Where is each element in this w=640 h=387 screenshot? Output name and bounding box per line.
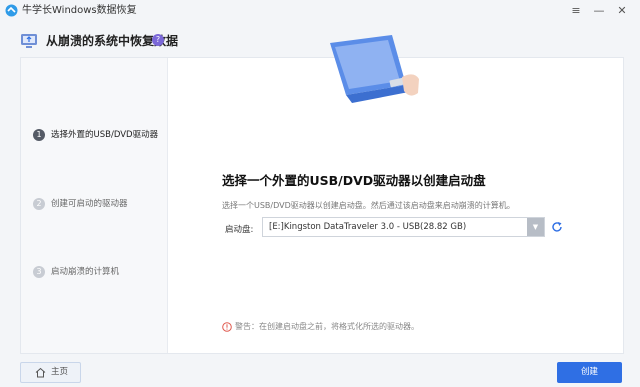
main-heading: 选择一个外置的USB/DVD驱动器以创建启动盘 [222,173,486,188]
close-button[interactable]: ✕ [614,3,630,19]
dropdown-arrow-icon[interactable]: ▼ [527,218,544,236]
monitor-icon [21,34,37,48]
title-bar: 牛学长Windows数据恢复 ≡ — ✕ [0,0,640,22]
step-number: 2 [33,198,45,210]
step-label: 选择外置的USB/DVD驱动器 [51,130,159,140]
step-label: 启动崩溃的计算机 [51,267,120,277]
menu-icon[interactable]: ≡ [568,3,584,19]
refresh-icon[interactable] [551,221,563,233]
create-button[interactable]: 创建 [557,362,622,383]
minimize-button[interactable]: — [591,3,607,19]
home-label: 主页 [51,367,69,377]
app-logo-icon [5,4,18,17]
steps-sidebar: 1 选择外置的USB/DVD驱动器 2 创建可启动的驱动器 3 启动崩溃的计算机 [21,58,168,353]
drive-select[interactable]: [E:]Kingston DataTraveler 3.0 - USB(28.8… [262,217,545,237]
laptop-usb-illustration [330,35,419,103]
step-label: 创建可启动的驱动器 [51,199,128,209]
drive-value: [E:]Kingston DataTraveler 3.0 - USB(28.8… [269,222,467,232]
drive-label: 启动盘: [225,225,254,235]
home-button[interactable]: 主页 [20,362,81,383]
help-icon[interactable]: ? [152,34,164,46]
description: 选择一个USB/DVD驱动器以创建启动盘。然后通过该启动盘来启动崩溃的计算机。 [222,201,515,210]
step-number: 1 [33,129,45,141]
app-title: 牛学长Windows数据恢复 [22,5,137,16]
step-number: 3 [33,266,45,278]
home-icon [35,367,46,378]
warning-text: 警告：在创建启动盘之前，将格式化所选的驱动器。 [235,322,419,331]
warning-icon [222,322,232,332]
